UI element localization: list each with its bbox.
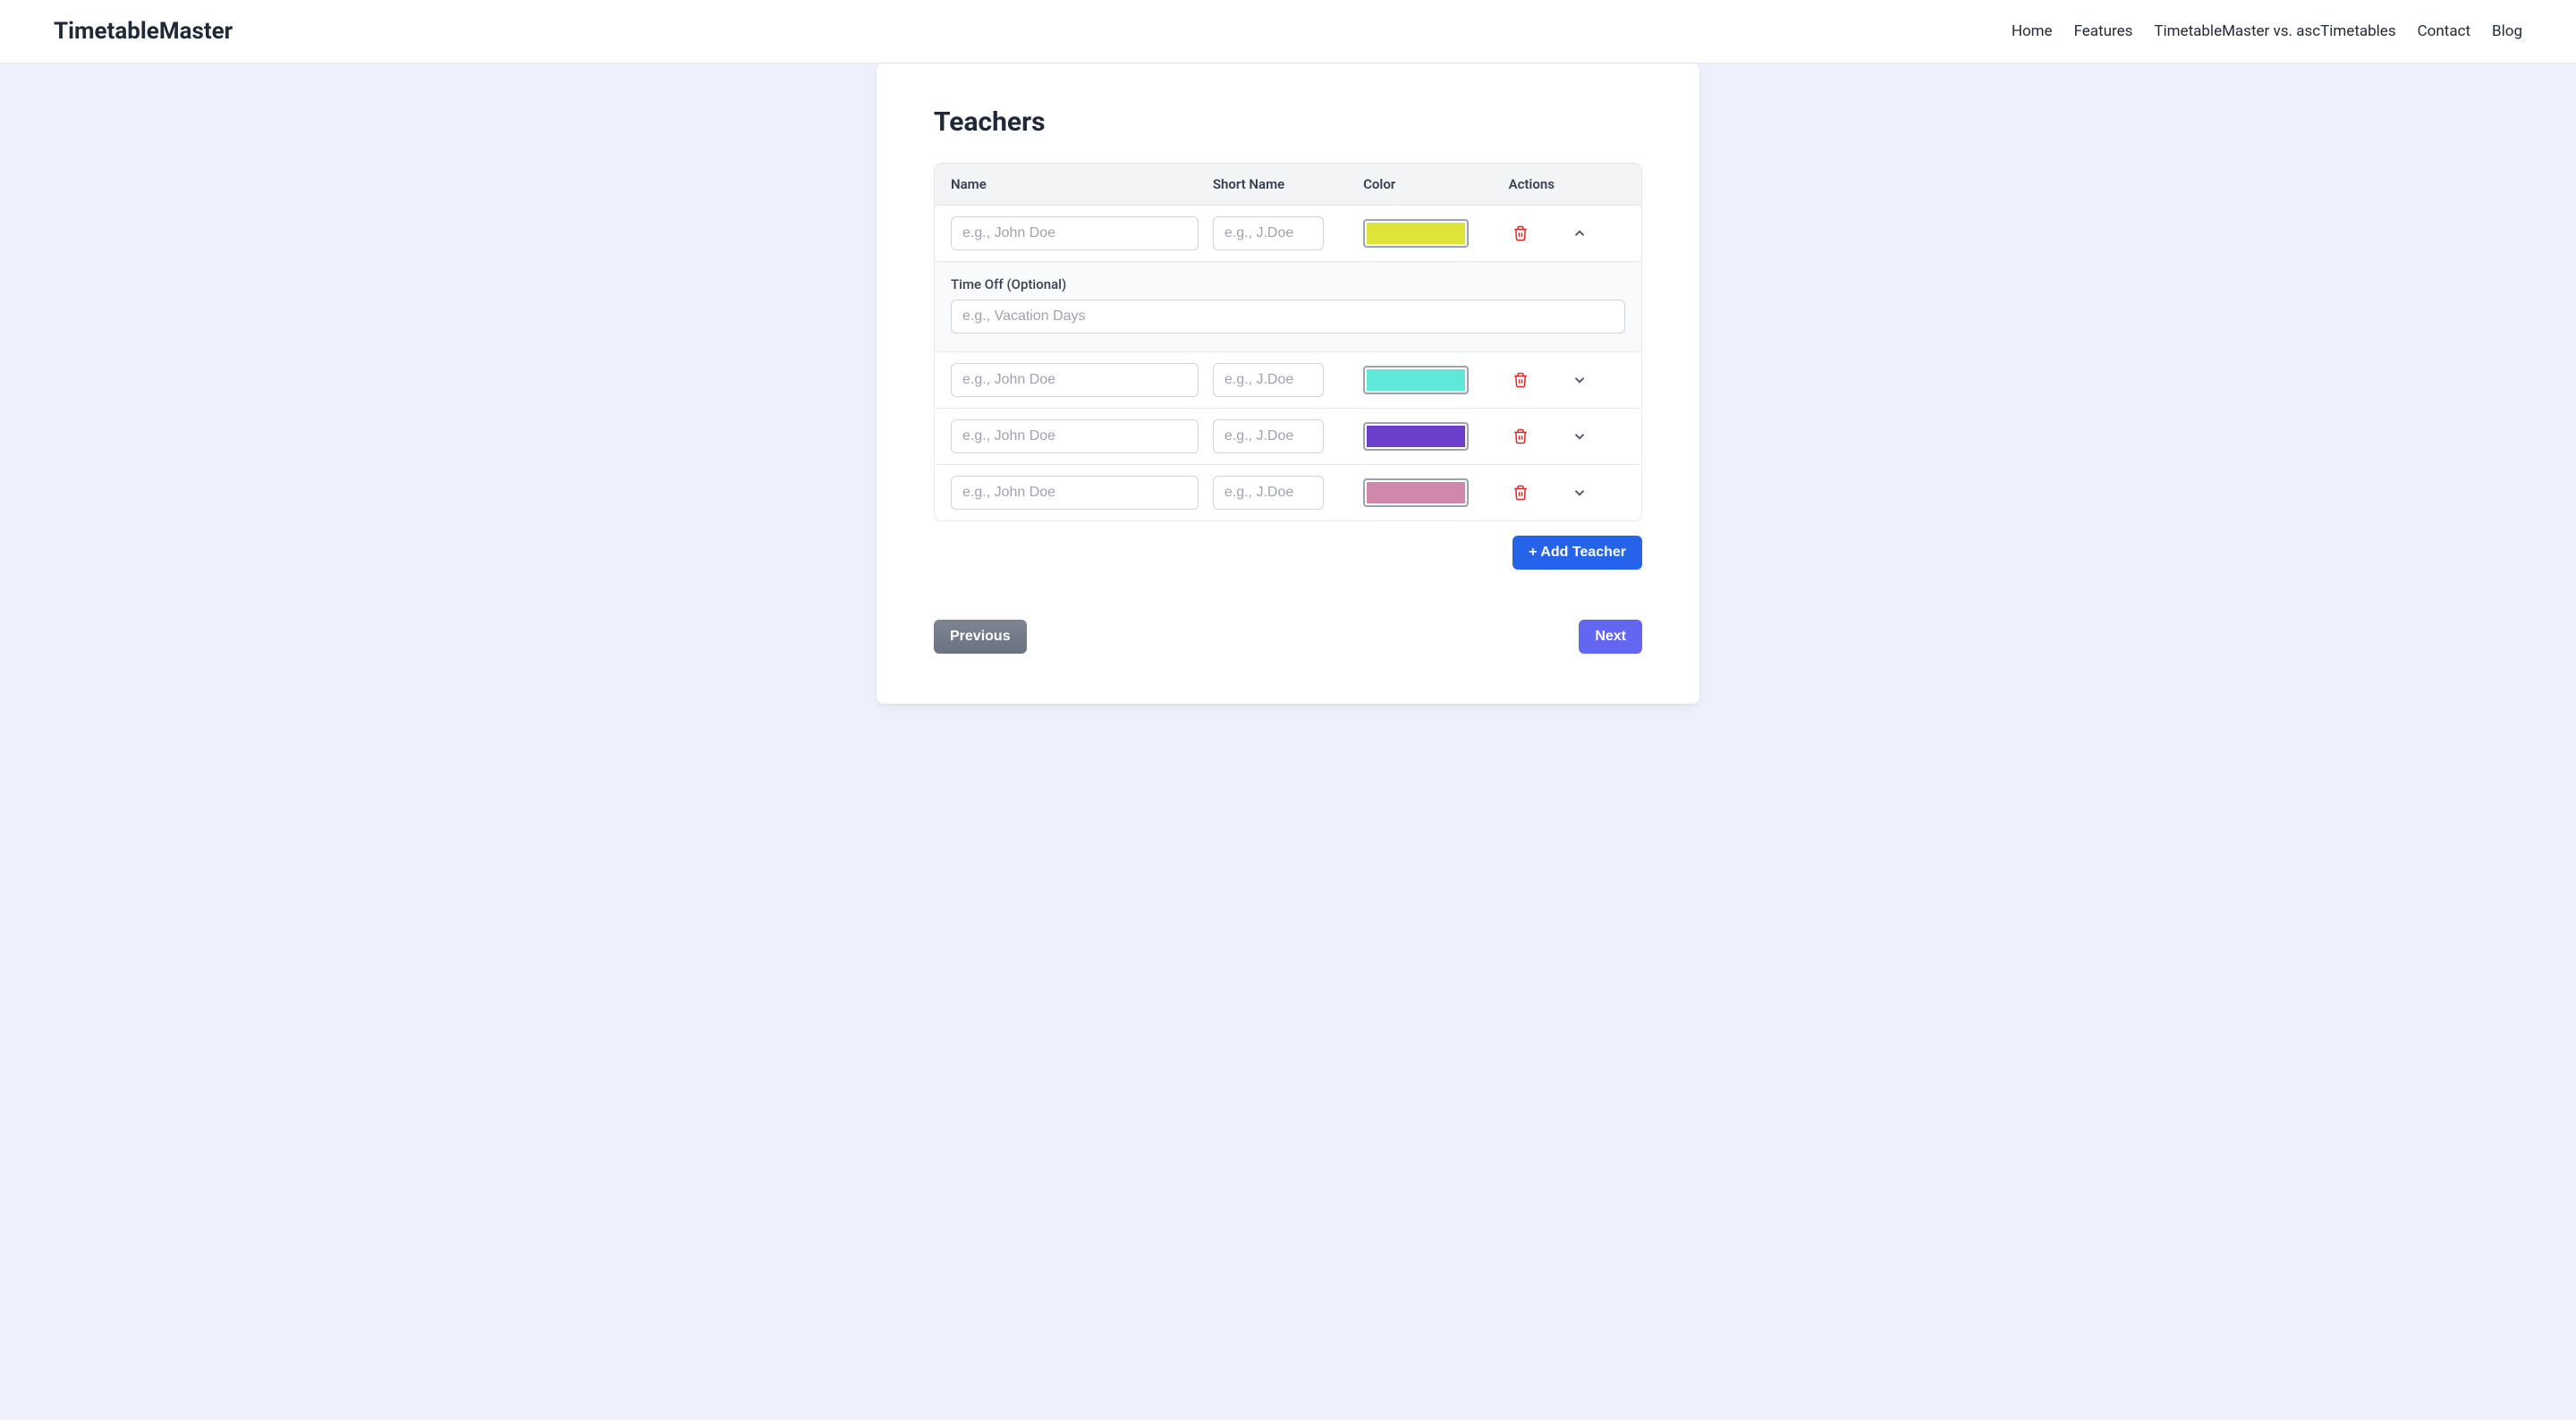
nav-link-contact[interactable]: Contact — [2418, 22, 2470, 40]
chevron-down-icon — [1572, 485, 1588, 501]
nav-links: Home Features TimetableMaster vs. ascTim… — [2012, 22, 2522, 40]
chevron-down-icon — [1572, 372, 1588, 388]
add-row-container: + Add Teacher — [934, 536, 1642, 570]
short-name-input[interactable] — [1213, 363, 1324, 397]
color-picker[interactable] — [1363, 366, 1469, 394]
row-actions — [1502, 221, 1625, 246]
teachers-card: Teachers Name Short Name Color Actions — [877, 63, 1699, 704]
name-input[interactable] — [951, 419, 1199, 453]
name-input[interactable] — [951, 476, 1199, 510]
short-name-input[interactable] — [1213, 419, 1324, 453]
chevron-down-icon — [1572, 428, 1588, 444]
col-actions: Actions — [1502, 176, 1625, 192]
col-short-name: Short Name — [1213, 176, 1349, 192]
delete-button[interactable] — [1509, 480, 1532, 505]
trash-icon — [1513, 371, 1529, 389]
table-row — [935, 408, 1641, 464]
logo[interactable]: TimetableMaster — [54, 18, 233, 45]
nav-link-features[interactable]: Features — [2074, 22, 2133, 40]
short-name-input[interactable] — [1213, 216, 1324, 250]
table-row — [935, 464, 1641, 520]
expand-button[interactable] — [1568, 425, 1591, 448]
timeoff-input[interactable] — [951, 300, 1625, 334]
table-header: Name Short Name Color Actions — [935, 164, 1641, 205]
timeoff-label: Time Off (Optional) — [951, 276, 1625, 292]
row-actions — [1502, 480, 1625, 505]
trash-icon — [1513, 427, 1529, 445]
nav-link-blog[interactable]: Blog — [2492, 22, 2522, 40]
teachers-table: Name Short Name Color Actions — [934, 163, 1642, 521]
color-picker[interactable] — [1363, 219, 1469, 248]
name-input[interactable] — [951, 216, 1199, 250]
name-input[interactable] — [951, 363, 1199, 397]
nav-link-compare[interactable]: TimetableMaster vs. ascTimetables — [2154, 22, 2395, 40]
page-title: Teachers — [934, 106, 1642, 138]
delete-button[interactable] — [1509, 221, 1532, 246]
collapse-button[interactable] — [1568, 222, 1591, 245]
previous-button[interactable]: Previous — [934, 620, 1027, 654]
row-actions — [1502, 368, 1625, 393]
expanded-row: Time Off (Optional) — [935, 261, 1641, 351]
trash-icon — [1513, 224, 1529, 242]
trash-icon — [1513, 484, 1529, 502]
chevron-up-icon — [1572, 225, 1588, 241]
next-button[interactable]: Next — [1579, 620, 1642, 654]
col-name: Name — [951, 176, 1199, 192]
delete-button[interactable] — [1509, 368, 1532, 393]
table-row — [935, 205, 1641, 261]
nav-link-home[interactable]: Home — [2012, 22, 2053, 40]
col-color: Color — [1363, 176, 1487, 192]
table-row — [935, 351, 1641, 408]
delete-button[interactable] — [1509, 424, 1532, 449]
color-picker[interactable] — [1363, 422, 1469, 451]
color-picker[interactable] — [1363, 478, 1469, 507]
short-name-input[interactable] — [1213, 476, 1324, 510]
row-actions — [1502, 424, 1625, 449]
expand-button[interactable] — [1568, 481, 1591, 504]
add-teacher-button[interactable]: + Add Teacher — [1513, 536, 1642, 570]
expand-button[interactable] — [1568, 368, 1591, 392]
page-wrapper: Teachers Name Short Name Color Actions — [0, 63, 2576, 740]
footer-actions: Previous Next — [934, 620, 1642, 654]
top-nav: TimetableMaster Home Features TimetableM… — [0, 0, 2576, 63]
